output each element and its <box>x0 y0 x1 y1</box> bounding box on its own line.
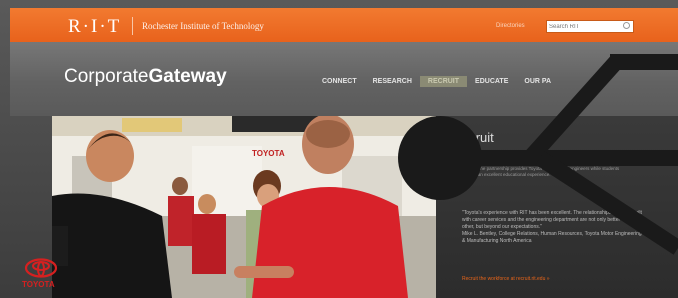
site-title[interactable]: CorporateGateway <box>64 66 227 88</box>
brand-bold: Gateway <box>148 66 227 87</box>
logo-divider <box>132 17 133 35</box>
top-bar: R·I·T Rochester Institute of Technology … <box>10 8 678 42</box>
brand-light: Corporate <box>64 66 149 87</box>
svg-text:TOYOTA: TOYOTA <box>252 149 285 158</box>
search-input[interactable] <box>549 22 617 31</box>
toyota-logo-icon <box>24 258 58 278</box>
usb-symbol-icon <box>398 54 678 255</box>
rit-logo[interactable]: R·I·T <box>68 16 121 38</box>
nav-connect[interactable]: CONNECT <box>314 76 365 87</box>
search-icon[interactable] <box>623 22 630 29</box>
directories-link[interactable]: Directories <box>496 23 525 29</box>
toyota-wordmark: TOYOTA <box>22 280 55 289</box>
institution-name[interactable]: Rochester Institute of Technology <box>142 21 264 31</box>
search-box <box>546 20 634 33</box>
hero-photo: TOYOTA <box>52 116 436 298</box>
hero-illustration: TOYOTA <box>52 116 436 298</box>
